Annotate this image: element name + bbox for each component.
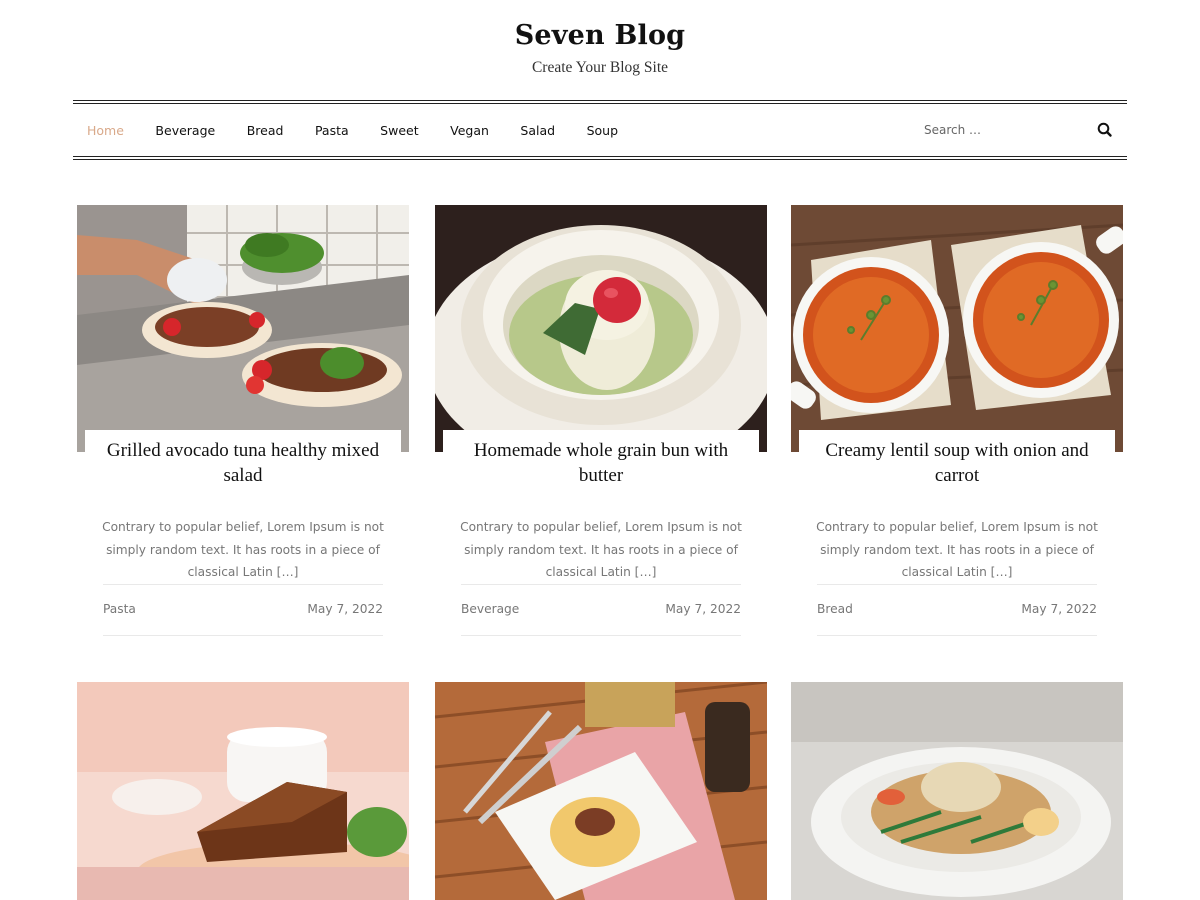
post-thumbnail-dessert-bowl[interactable]	[435, 205, 767, 452]
post-meta: Pasta May 7, 2022	[103, 584, 383, 636]
nav-item-home[interactable]: Home	[87, 123, 124, 138]
nav-border-bottom	[73, 159, 1127, 160]
nav-menu: Home Beverage Bread Pasta Sweet Vegan Sa…	[87, 100, 650, 160]
nav-item-pasta[interactable]: Pasta	[315, 123, 349, 138]
nav-item-salad[interactable]: Salad	[520, 123, 555, 138]
post-title[interactable]: Homemade whole grain bun with butter	[451, 438, 751, 488]
post-thumbnail-soup-cups[interactable]	[791, 205, 1123, 452]
search-input[interactable]	[924, 114, 1084, 146]
post-excerpt: Contrary to popular belief, Lorem Ipsum …	[460, 520, 742, 579]
post-meta: Beverage May 7, 2022	[461, 584, 741, 636]
post-excerpt: Contrary to popular belief, Lorem Ipsum …	[102, 520, 384, 579]
post-thumbnail-chocolate-cake[interactable]	[77, 682, 409, 900]
search-form	[924, 114, 1127, 146]
site-header: Seven Blog Create Your Blog Site	[0, 0, 1200, 100]
site-tagline: Create Your Blog Site	[531, 59, 669, 76]
post-thumbnail-noodle-salad[interactable]	[791, 682, 1123, 900]
post-title[interactable]: Creamy lentil soup with onion and carrot	[807, 438, 1107, 488]
post-thumbnail-pasta-plate[interactable]	[435, 682, 767, 900]
post-category[interactable]: Pasta	[103, 602, 136, 616]
post-excerpt: Contrary to popular belief, Lorem Ipsum …	[816, 520, 1098, 579]
post-card-body: Creamy lentil soup with onion and carrot…	[799, 430, 1115, 665]
nav-item-sweet[interactable]: Sweet	[380, 123, 418, 138]
post-card-body: Homemade whole grain bun with butter Con…	[443, 430, 759, 665]
post-thumbnail-grilled-meat[interactable]	[77, 205, 409, 452]
post-date[interactable]: May 7, 2022	[307, 602, 383, 616]
post-title[interactable]: Grilled avocado tuna healthy mixed salad	[93, 438, 393, 488]
post-category[interactable]: Bread	[817, 602, 853, 616]
nav-item-soup[interactable]: Soup	[587, 123, 618, 138]
search-icon[interactable]	[1096, 121, 1114, 139]
nav-item-beverage[interactable]: Beverage	[155, 123, 215, 138]
nav-item-bread[interactable]: Bread	[247, 123, 284, 138]
post-card-body: Grilled avocado tuna healthy mixed salad…	[85, 430, 401, 665]
nav-item-vegan[interactable]: Vegan	[450, 123, 489, 138]
main-navigation: Home Beverage Bread Pasta Sweet Vegan Sa…	[73, 100, 1127, 160]
site-title[interactable]: Seven Blog	[0, 20, 1200, 51]
post-category[interactable]: Beverage	[461, 602, 519, 616]
nav-border-bottom-inner	[73, 156, 1127, 157]
post-meta: Bread May 7, 2022	[817, 584, 1097, 636]
post-date[interactable]: May 7, 2022	[665, 602, 741, 616]
post-date[interactable]: May 7, 2022	[1021, 602, 1097, 616]
